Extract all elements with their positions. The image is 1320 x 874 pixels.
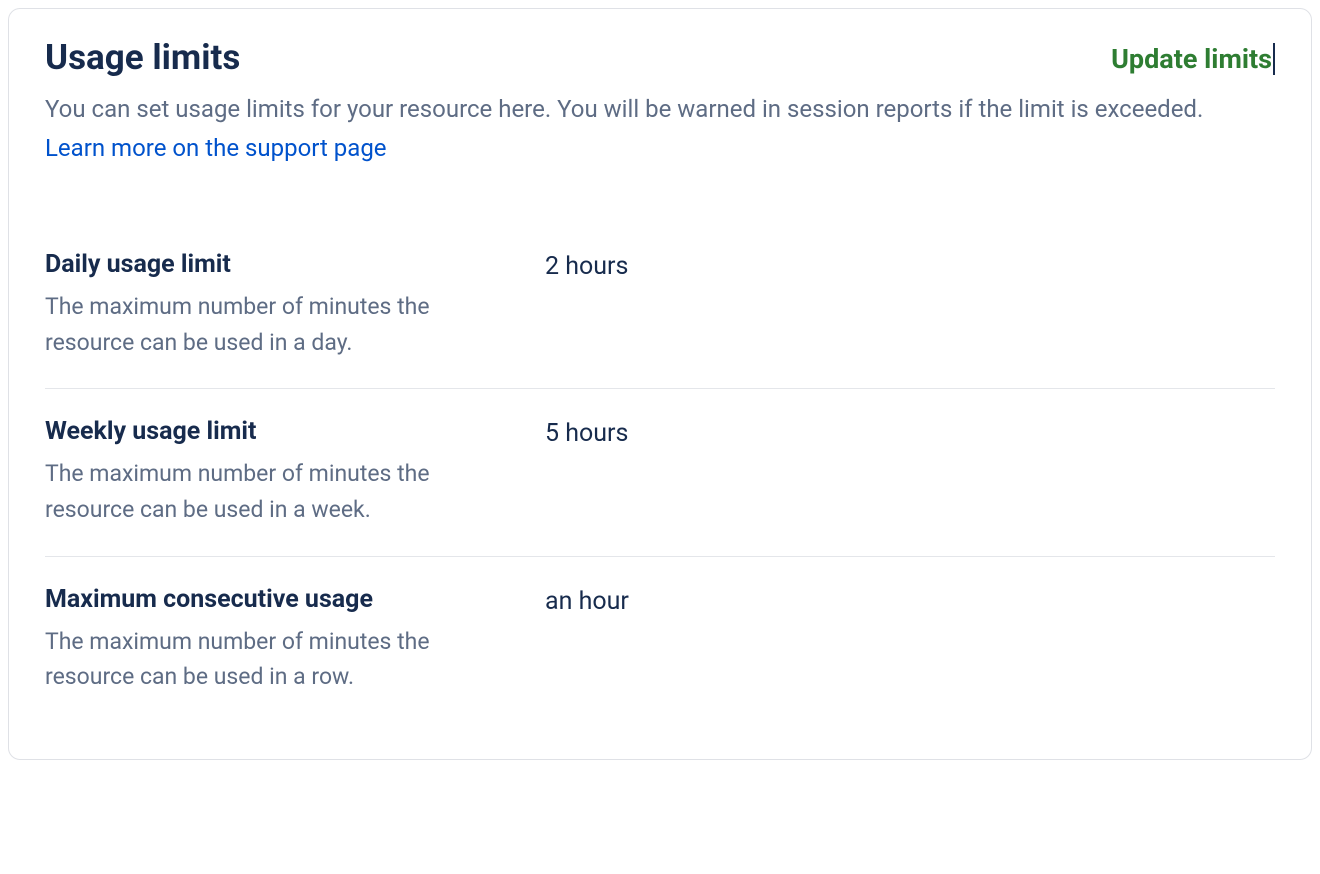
page-title: Usage limits [45,37,240,79]
limit-row-consecutive: Maximum consecutive usage The maximum nu… [45,557,1275,723]
page-description: You can set usage limits for your resour… [45,91,1275,128]
limit-value: 5 hours [545,417,628,448]
limit-title: Daily usage limit [45,250,521,279]
limit-row-weekly: Weekly usage limit The maximum number of… [45,389,1275,555]
spacer [45,162,1275,250]
limit-value: 2 hours [545,250,628,281]
limit-value: an hour [545,585,629,616]
limit-row-daily: Daily usage limit The maximum number of … [45,250,1275,388]
limit-title: Maximum consecutive usage [45,585,521,614]
limit-description: The maximum number of minutes the resour… [45,456,521,527]
header-row: Usage limits Update limits [45,37,1275,79]
limit-title: Weekly usage limit [45,417,521,446]
learn-more-link[interactable]: Learn more on the support page [45,134,387,162]
usage-limits-card: Usage limits Update limits You can set u… [8,8,1312,760]
limits-list: Daily usage limit The maximum number of … [45,250,1275,723]
update-limits-link[interactable]: Update limits [1111,43,1275,75]
limit-description: The maximum number of minutes the resour… [45,624,521,695]
limit-left: Maximum consecutive usage The maximum nu… [45,585,545,695]
limit-left: Weekly usage limit The maximum number of… [45,417,545,527]
limit-description: The maximum number of minutes the resour… [45,289,521,360]
limit-left: Daily usage limit The maximum number of … [45,250,545,360]
